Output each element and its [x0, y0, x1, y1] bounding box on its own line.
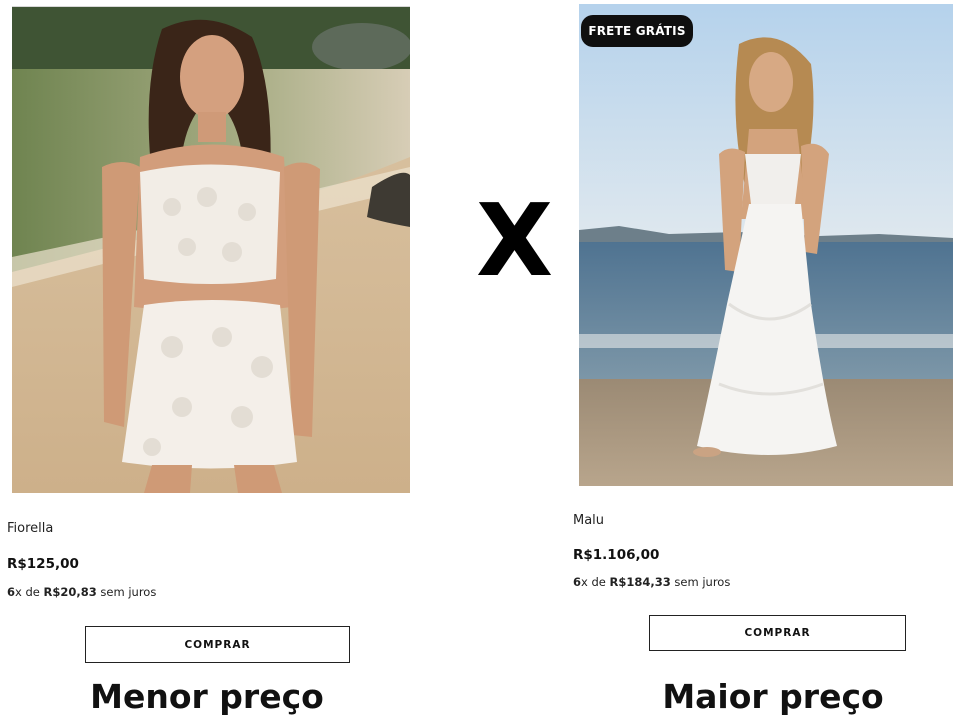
buy-button-fiorella[interactable]: COMPRAR	[85, 626, 350, 663]
product-image-malu[interactable]	[579, 4, 953, 486]
installment-times: x de	[15, 585, 40, 599]
caption-lowest-price: Menor preço	[90, 677, 324, 716]
versus-mark: X	[476, 182, 554, 299]
caption-highest-price: Maior preço	[662, 677, 884, 716]
installment-count: 6	[573, 575, 582, 589]
product-price-fiorella: R$125,00	[7, 556, 79, 572]
installment-suffix: sem juros	[100, 585, 157, 599]
buy-button-malu[interactable]: COMPRAR	[649, 615, 906, 651]
free-shipping-badge: FRETE GRÁTIS	[581, 15, 693, 47]
installment-times: x de	[581, 575, 606, 589]
installment-amount: R$20,83	[43, 585, 97, 599]
installments-fiorella: 6x de R$20,83 sem juros	[7, 585, 156, 599]
installment-count: 6	[7, 585, 16, 599]
installment-amount: R$184,33	[609, 575, 671, 589]
product-image-fiorella[interactable]	[12, 7, 410, 493]
product-price-malu: R$1.106,00	[573, 547, 660, 563]
installment-suffix: sem juros	[674, 575, 731, 589]
product-name-fiorella[interactable]: Fiorella	[7, 521, 53, 536]
product-name-malu[interactable]: Malu	[573, 513, 604, 528]
installments-malu: 6x de R$184,33 sem juros	[573, 575, 730, 589]
